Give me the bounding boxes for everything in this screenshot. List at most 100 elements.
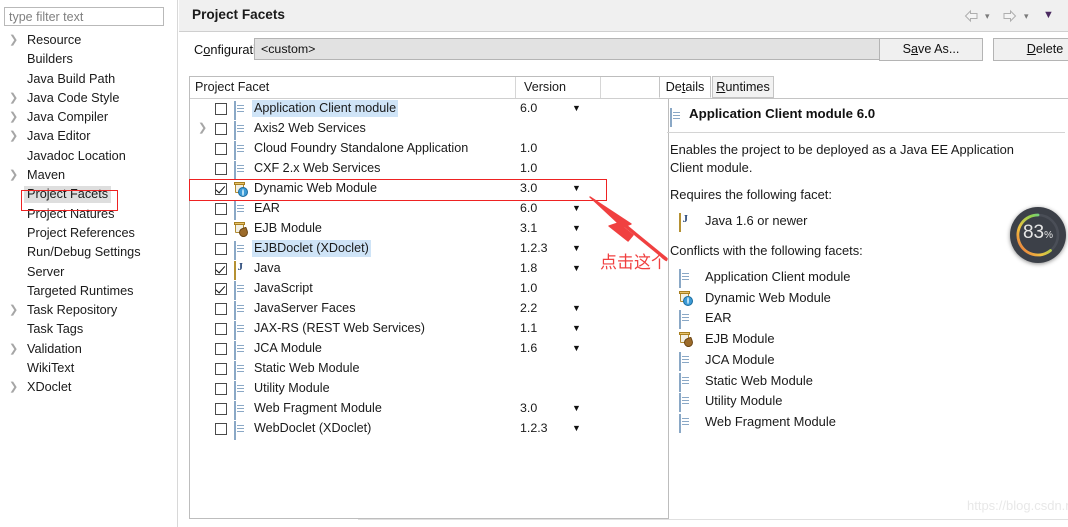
chevron-right-icon[interactable]: ❯: [9, 112, 18, 123]
facet-checkbox[interactable]: [215, 343, 227, 355]
chevron-right-icon[interactable]: ❯: [9, 170, 18, 181]
table-row[interactable]: CXF 2.x Web Services 1.0: [190, 159, 668, 180]
column-divider-2[interactable]: [600, 77, 601, 98]
facet-checkbox[interactable]: [215, 163, 227, 175]
table-row[interactable]: EAR 6.0 ▼: [190, 199, 668, 220]
sidebar-item-wikitext[interactable]: WikiText: [0, 359, 178, 378]
table-row[interactable]: Web Fragment Module 3.0 ▼: [190, 399, 668, 420]
sidebar-item-project-references[interactable]: Project References: [0, 224, 178, 243]
sidebar-item-validation[interactable]: ❯ Validation: [0, 340, 178, 359]
filter-input[interactable]: type filter text: [4, 7, 164, 26]
save-as-button[interactable]: Save As...: [879, 38, 983, 61]
save-as-post: ve As...: [918, 42, 960, 56]
version-dropdown-icon[interactable]: ▼: [572, 401, 581, 416]
facet-name: EJB Module: [254, 221, 322, 235]
column-header-project-facet[interactable]: Project Facet: [195, 80, 269, 94]
sidebar-item-task-tags[interactable]: Task Tags: [0, 320, 178, 339]
view-menu-icon[interactable]: ▼: [1043, 9, 1054, 22]
version-dropdown-icon[interactable]: ▼: [572, 181, 581, 196]
facet-name: JavaServer Faces: [254, 301, 356, 315]
configuration-select[interactable]: <custom> ⌄: [254, 38, 951, 60]
table-row[interactable]: EJBDoclet (XDoclet) 1.2.3 ▼: [190, 239, 668, 260]
sidebar-item-java-compiler[interactable]: ❯ Java Compiler: [0, 108, 178, 127]
table-row[interactable]: Static Web Module: [190, 359, 668, 380]
sidebar-item-targeted-runtimes[interactable]: Targeted Runtimes: [0, 282, 178, 301]
facet-checkbox[interactable]: [215, 403, 227, 415]
chevron-right-icon[interactable]: ❯: [9, 131, 18, 142]
version-dropdown-icon[interactable]: ▼: [572, 341, 581, 356]
save-as-pre: S: [902, 42, 912, 56]
column-divider-1[interactable]: [515, 77, 516, 98]
sidebar-item-java-build-path[interactable]: Java Build Path: [0, 70, 178, 89]
facet-checkbox[interactable]: [215, 223, 227, 235]
facet-checkbox[interactable]: [215, 243, 227, 255]
sidebar-item-project-natures[interactable]: Project Natures: [0, 205, 178, 224]
delete-button[interactable]: Delete: [993, 38, 1068, 61]
facet-checkbox[interactable]: [215, 323, 227, 335]
facet-version: 3.0: [520, 401, 538, 415]
sidebar-item-server[interactable]: Server: [0, 263, 178, 282]
progress-gauge-widget[interactable]: 83%: [1010, 207, 1066, 263]
table-row[interactable]: ❯ Axis2 Web Services: [190, 119, 668, 140]
table-row[interactable]: Dynamic Web Module 3.0 ▼: [190, 179, 668, 199]
version-dropdown-icon[interactable]: ▼: [572, 301, 581, 316]
facet-checkbox[interactable]: [215, 283, 227, 295]
tab-runtimes[interactable]: Runtimes: [712, 76, 774, 98]
chevron-right-icon[interactable]: ❯: [9, 35, 18, 46]
version-dropdown-icon[interactable]: ▼: [572, 101, 581, 116]
facet-checkbox[interactable]: [215, 423, 227, 435]
chevron-right-icon[interactable]: ❯: [9, 305, 18, 316]
bottom-divider: [358, 519, 1068, 520]
table-row[interactable]: WebDoclet (XDoclet) 1.2.3 ▼: [190, 419, 668, 440]
table-row[interactable]: Java 1.8 ▼: [190, 259, 668, 280]
facet-checkbox[interactable]: [215, 203, 227, 215]
facet-checkbox[interactable]: [215, 303, 227, 315]
table-row[interactable]: JCA Module 1.6 ▼: [190, 339, 668, 360]
sidebar-item-java-editor[interactable]: ❯ Java Editor: [0, 127, 178, 146]
version-dropdown-icon[interactable]: ▼: [572, 321, 581, 336]
facet-checkbox[interactable]: [215, 263, 227, 275]
sidebar-item-label: Java Build Path: [27, 71, 116, 86]
version-dropdown-icon[interactable]: ▼: [572, 201, 581, 216]
table-row[interactable]: JavaScript 1.0: [190, 279, 668, 300]
table-row[interactable]: JAX-RS (REST Web Services) 1.1 ▼: [190, 319, 668, 340]
chevron-right-icon[interactable]: ❯: [9, 382, 18, 393]
facet-checkbox[interactable]: [215, 183, 227, 195]
table-row[interactable]: Cloud Foundry Standalone Application 1.0: [190, 139, 668, 160]
facet-checkbox[interactable]: [215, 383, 227, 395]
facet-checkbox[interactable]: [215, 143, 227, 155]
sidebar-item-maven[interactable]: ❯ Maven: [0, 166, 178, 185]
column-header-version[interactable]: Version: [524, 80, 566, 94]
sidebar-item-resource[interactable]: ❯ Resource: [0, 31, 178, 50]
sidebar-item-javadoc-location[interactable]: Javadoc Location: [0, 147, 178, 166]
tab-details[interactable]: Details: [659, 76, 711, 98]
facet-checkbox[interactable]: [215, 123, 227, 135]
version-dropdown-icon[interactable]: ▼: [572, 261, 581, 276]
project-facet-table[interactable]: Project Facet Version Application Client…: [189, 76, 669, 519]
filter-placeholder: type filter text: [9, 10, 84, 24]
chevron-right-icon[interactable]: ❯: [9, 343, 18, 355]
sidebar-item-task-repository[interactable]: ❯ Task Repository: [0, 301, 178, 320]
table-row[interactable]: JavaServer Faces 2.2 ▼: [190, 299, 668, 320]
tab-runtimes-mnemonic: R: [716, 80, 726, 94]
forward-history-dropdown-icon[interactable]: ▾: [1024, 9, 1029, 23]
version-dropdown-icon[interactable]: ▼: [572, 421, 581, 436]
sidebar-item-xdoclet[interactable]: ❯ XDoclet: [0, 378, 178, 397]
sidebar-item-project-facets[interactable]: Project Facets: [0, 185, 178, 204]
sidebar-item-label: Java Compiler: [27, 110, 109, 125]
table-row[interactable]: Utility Module: [190, 379, 668, 400]
table-row[interactable]: Application Client module 6.0 ▼: [190, 99, 668, 120]
facet-checkbox[interactable]: [215, 363, 227, 375]
version-dropdown-icon[interactable]: ▼: [572, 241, 581, 256]
arrow-left-icon[interactable]: [964, 9, 979, 23]
chevron-right-icon[interactable]: ❯: [9, 92, 18, 104]
sidebar-item-run-debug-settings[interactable]: Run/Debug Settings: [0, 243, 178, 262]
back-history-dropdown-icon[interactable]: ▾: [985, 9, 990, 23]
facet-checkbox[interactable]: [215, 103, 227, 115]
arrow-right-icon[interactable]: [1002, 9, 1017, 23]
sidebar-item-java-code-style[interactable]: ❯ Java Code Style: [0, 89, 178, 108]
chevron-right-icon[interactable]: ❯: [198, 123, 207, 134]
sidebar-item-builders[interactable]: Builders: [0, 50, 178, 69]
version-dropdown-icon[interactable]: ▼: [572, 221, 581, 236]
table-row[interactable]: EJB Module 3.1 ▼: [190, 219, 668, 239]
